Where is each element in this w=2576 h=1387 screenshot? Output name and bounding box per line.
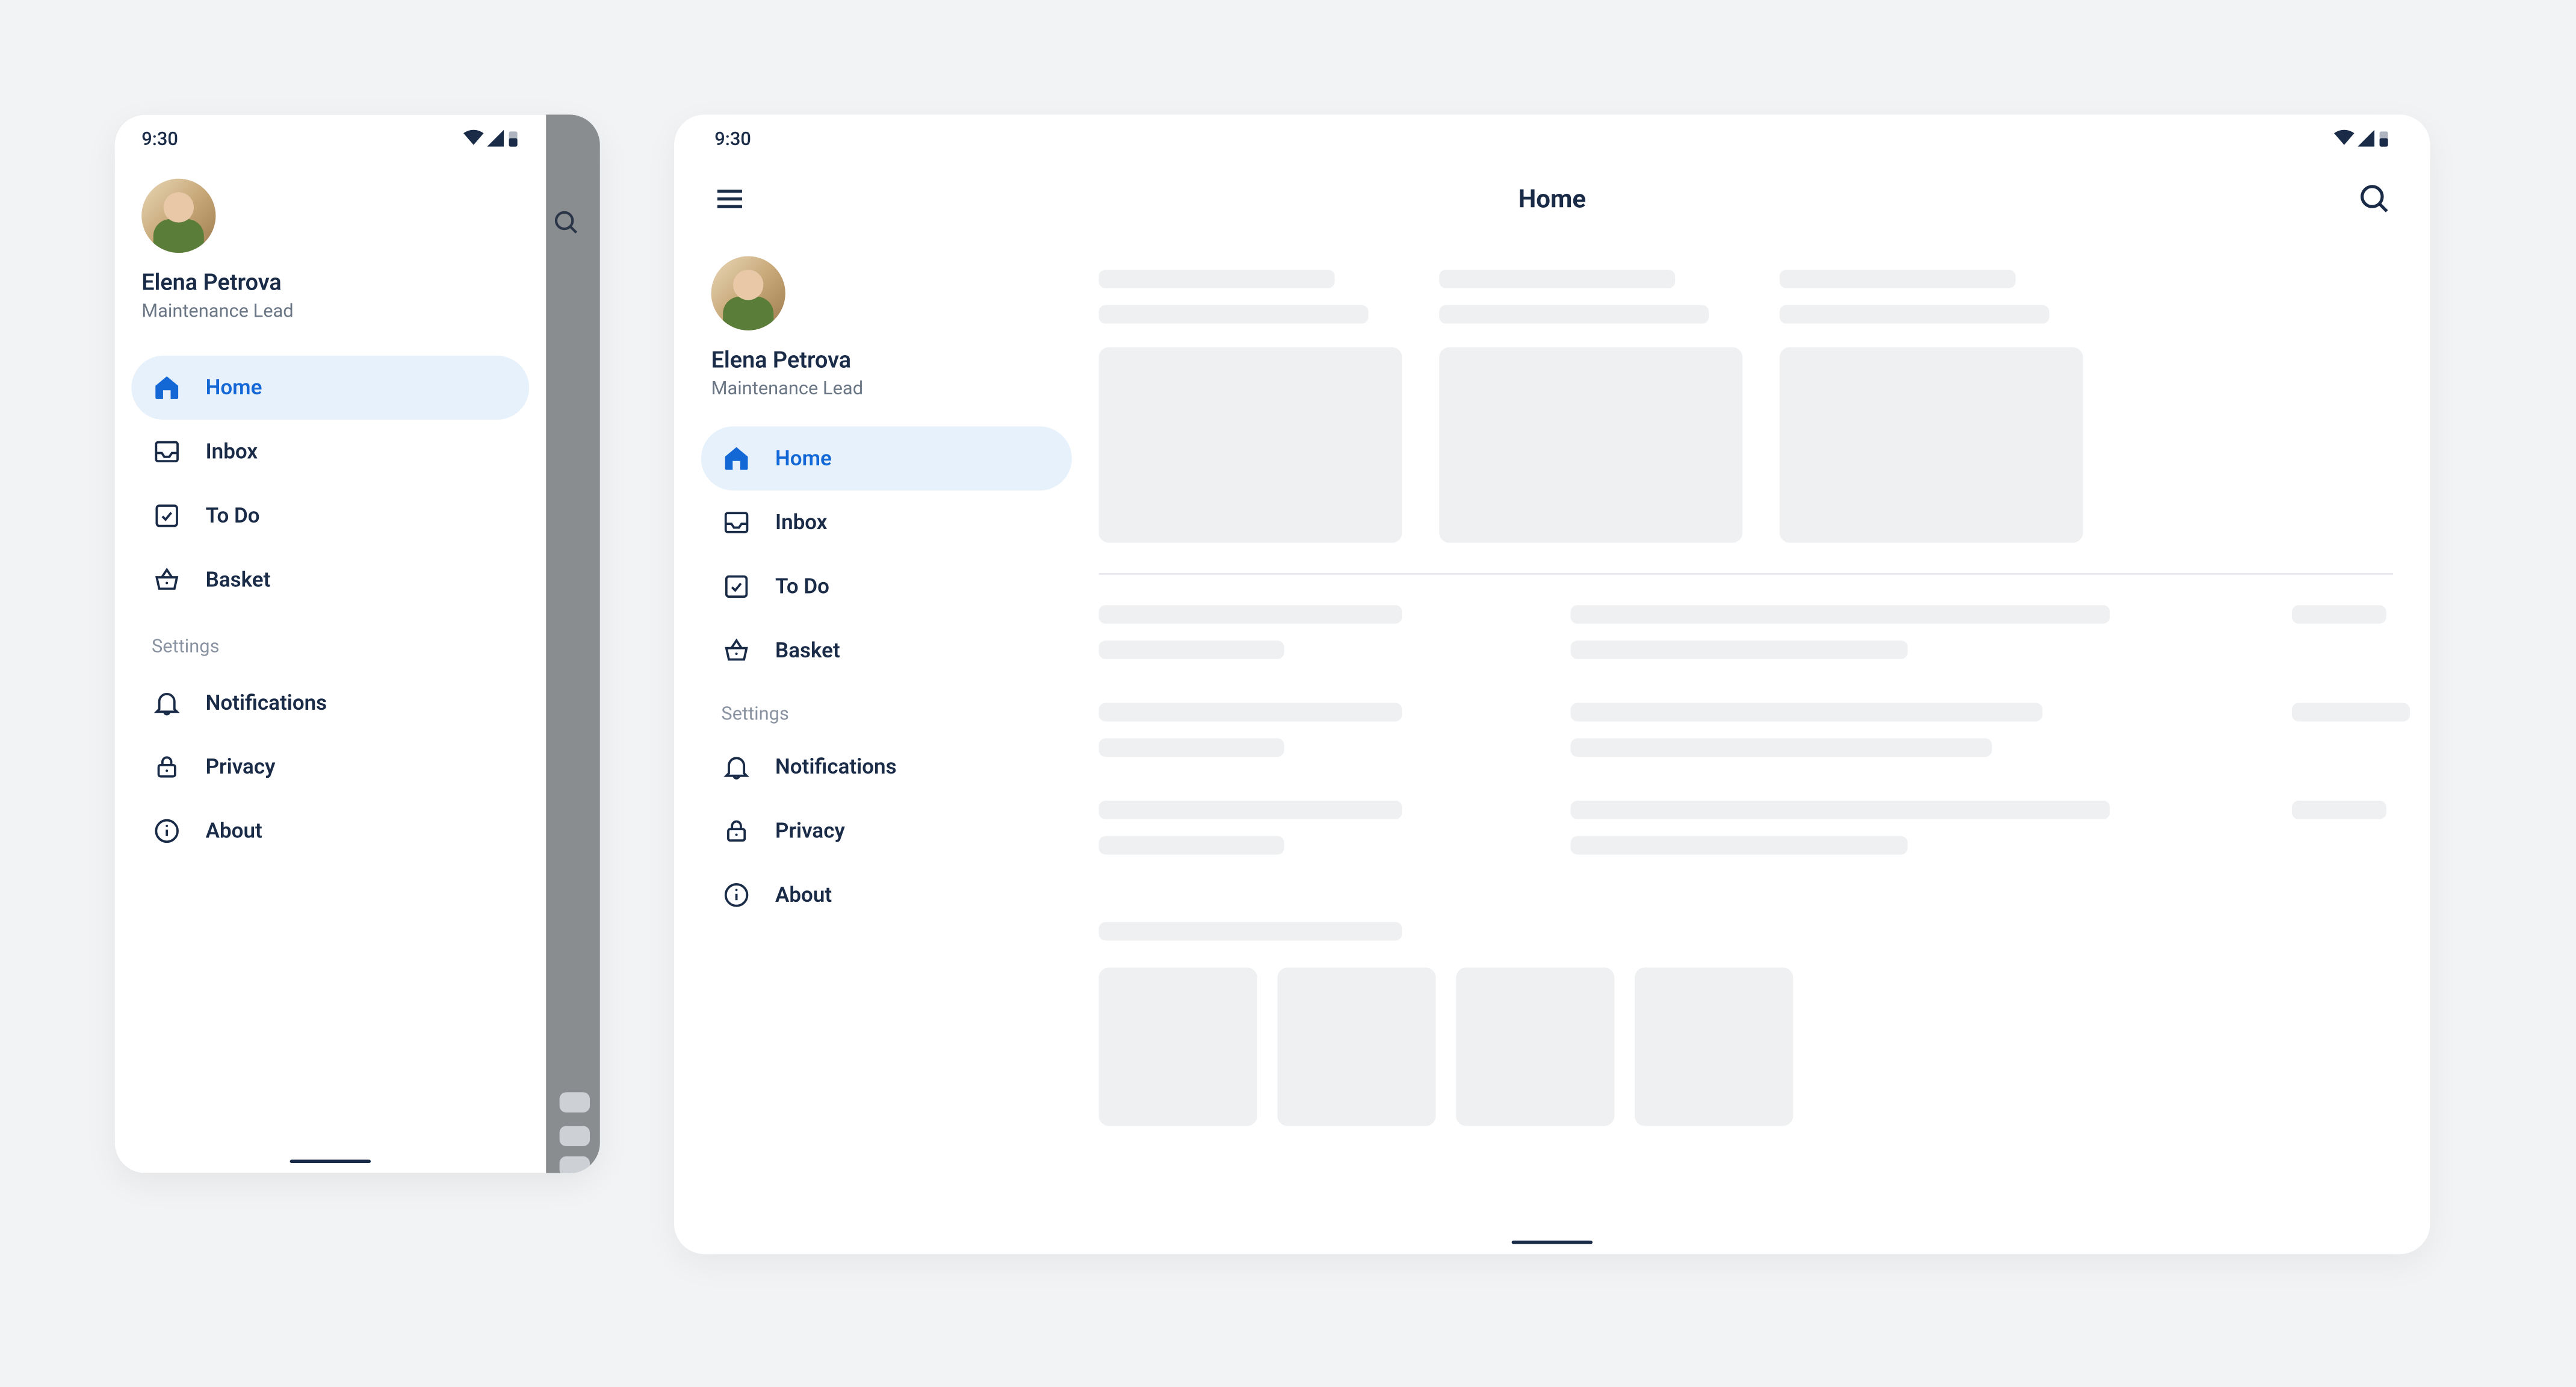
main-content (1099, 236, 2430, 1254)
skeleton-placeholder (560, 1092, 590, 1112)
skeleton-thumbnail (1456, 967, 1614, 1126)
nav-item-label: Inbox (775, 510, 827, 535)
nav-item-about[interactable]: About (701, 863, 1072, 927)
user-name: Elena Petrova (711, 347, 1062, 374)
tablet-device-frame: 9:30 Home Elena Petrova Maintenance Le (674, 114, 2430, 1254)
battery-icon (507, 129, 519, 147)
nav-item-privacy[interactable]: Privacy (131, 735, 529, 799)
divider (1099, 573, 2393, 575)
bell-icon (152, 687, 182, 718)
nav-item-label: To Do (206, 503, 260, 529)
info-icon (152, 816, 182, 846)
nav-item-todo[interactable]: To Do (131, 484, 529, 548)
avatar[interactable] (711, 256, 785, 330)
nav-item-label: About (775, 883, 832, 908)
nav-item-basket[interactable]: Basket (701, 619, 1072, 683)
nav-item-about[interactable]: About (131, 799, 529, 863)
lock-icon (721, 816, 751, 846)
basket-icon (721, 636, 751, 666)
user-role: Maintenance Lead (711, 377, 1062, 399)
nav-item-home[interactable]: Home (701, 426, 1072, 490)
nav-item-label: Privacy (206, 754, 276, 780)
battery-icon (2378, 129, 2390, 147)
skeleton-thumbnail-row (1099, 967, 2393, 1126)
checklist-icon (721, 571, 751, 601)
nav-settings: Notifications Privacy About (114, 671, 546, 863)
nav-item-privacy[interactable]: Privacy (701, 799, 1072, 863)
skeleton-list-row (1099, 703, 2393, 757)
skeleton-thumbnail (1099, 967, 1257, 1126)
status-time: 9:30 (141, 127, 178, 149)
checklist-icon (152, 501, 182, 531)
search-icon (2356, 181, 2393, 218)
nav-item-label: Home (206, 375, 262, 400)
nav-section-header: Settings (674, 683, 1099, 735)
nav-settings: Notifications Privacy About (674, 735, 1099, 927)
nav-item-label: Basket (206, 567, 271, 592)
nav-item-label: About (206, 818, 262, 843)
nav-item-notifications[interactable]: Notifications (131, 671, 529, 734)
phone-device-frame: 9:30 Elena Petrova Maintenance Lead Home (114, 114, 599, 1173)
skeleton-placeholder (560, 1156, 590, 1173)
status-icons (2334, 129, 2389, 147)
avatar[interactable] (141, 179, 215, 253)
skeleton-card (1780, 270, 2083, 543)
nav-item-label: Notifications (206, 690, 327, 716)
inbox-icon (721, 507, 751, 538)
nav-item-label: Notifications (775, 754, 897, 780)
signal-icon (487, 130, 504, 147)
home-icon (152, 373, 182, 403)
wifi-icon (2334, 130, 2355, 147)
skeleton-cards-row (1099, 270, 2393, 543)
nav-item-inbox[interactable]: Inbox (131, 420, 529, 483)
nav-section-header: Settings (114, 612, 546, 671)
user-role: Maintenance Lead (141, 300, 519, 321)
signal-icon (2358, 130, 2374, 147)
status-icons (463, 129, 519, 147)
status-bar: 9:30 (674, 114, 2430, 161)
nav-item-todo[interactable]: To Do (701, 554, 1072, 618)
nav-main: Home Inbox To Do (114, 356, 546, 612)
page-title: Home (1519, 184, 1586, 214)
nav-item-label: Home (775, 446, 832, 471)
skeleton-list-row (1099, 605, 2393, 659)
home-icon (721, 443, 751, 473)
wifi-icon (463, 130, 484, 147)
nav-item-label: To Do (775, 574, 829, 599)
app-bar: Home (674, 162, 2430, 236)
skeleton-card (1439, 270, 1742, 543)
nav-item-notifications[interactable]: Notifications (701, 735, 1072, 799)
skeleton-placeholder (560, 1126, 590, 1146)
inbox-icon (152, 436, 182, 467)
lock-icon (152, 752, 182, 782)
search-button[interactable] (2356, 181, 2393, 218)
bell-icon (721, 752, 751, 782)
nav-item-label: Privacy (775, 818, 845, 843)
nav-main: Home Inbox To Do (674, 426, 1099, 683)
menu-button[interactable] (711, 181, 749, 218)
info-icon (721, 880, 751, 910)
skeleton-list-row (1099, 801, 2393, 855)
status-bar: 9:30 (114, 114, 546, 161)
nav-item-label: Inbox (206, 439, 258, 464)
skeleton-card (1099, 270, 1402, 543)
search-icon (543, 199, 590, 246)
hamburger-icon (711, 181, 749, 218)
navigation-drawer: 9:30 Elena Petrova Maintenance Lead Home (114, 114, 546, 1173)
nav-item-inbox[interactable]: Inbox (701, 491, 1072, 554)
user-name: Elena Petrova (141, 270, 519, 297)
basket-icon (152, 565, 182, 595)
skeleton-thumbnail (1635, 967, 1793, 1126)
status-time: 9:30 (714, 127, 751, 149)
gesture-handle (290, 1159, 371, 1163)
nav-item-label: Basket (775, 638, 840, 663)
nav-item-home[interactable]: Home (131, 356, 529, 420)
skeleton-section-title (1099, 922, 1402, 941)
skeleton-thumbnail (1277, 967, 1435, 1126)
gesture-handle (1512, 1240, 1593, 1244)
nav-item-basket[interactable]: Basket (131, 548, 529, 612)
navigation-drawer: Elena Petrova Maintenance Lead Home (674, 236, 1099, 1254)
